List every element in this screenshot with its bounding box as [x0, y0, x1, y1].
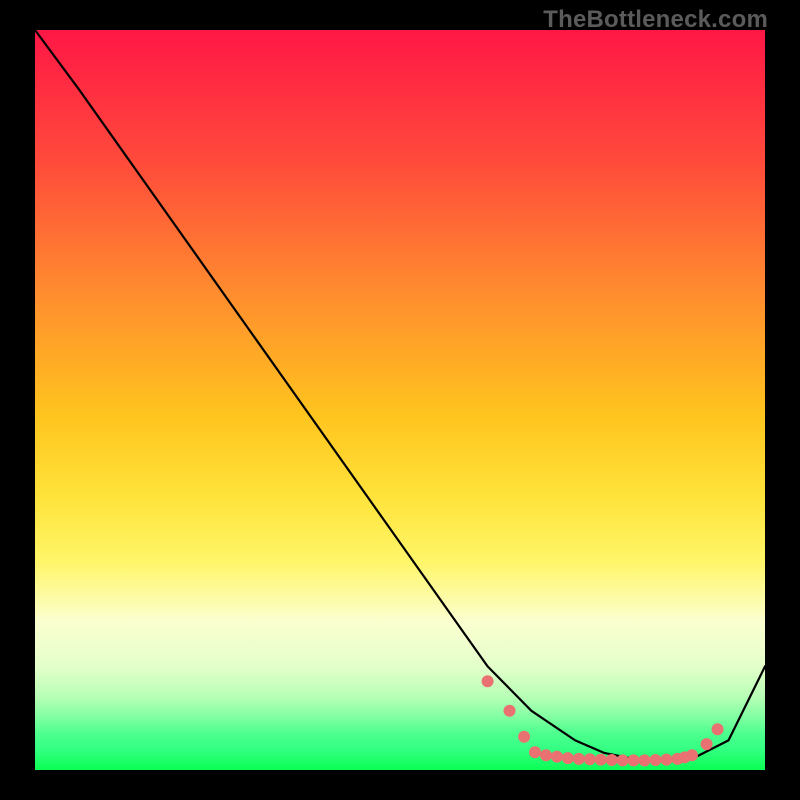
- marker-dot: [540, 749, 552, 761]
- marker-dot: [639, 754, 651, 766]
- marker-dot: [551, 751, 563, 763]
- marker-dot: [650, 754, 662, 766]
- marker-dot: [712, 723, 724, 735]
- marker-dot: [482, 675, 494, 687]
- curve-line: [35, 30, 765, 760]
- marker-dot: [584, 753, 596, 765]
- chart-svg: [35, 30, 765, 770]
- marker-dot: [529, 746, 541, 758]
- marker-dot: [617, 754, 629, 766]
- marker-dot: [562, 752, 574, 764]
- marker-dot: [701, 738, 713, 750]
- marker-dot: [504, 705, 516, 717]
- marker-dot: [573, 753, 585, 765]
- marker-dot: [595, 754, 607, 766]
- marker-dot: [628, 754, 640, 766]
- plot-area: [35, 30, 765, 770]
- marker-dot: [686, 749, 698, 761]
- marker-dot: [518, 731, 530, 743]
- marker-dot: [660, 754, 672, 766]
- chart-stage: TheBottleneck.com: [0, 0, 800, 800]
- marker-dot: [606, 754, 618, 766]
